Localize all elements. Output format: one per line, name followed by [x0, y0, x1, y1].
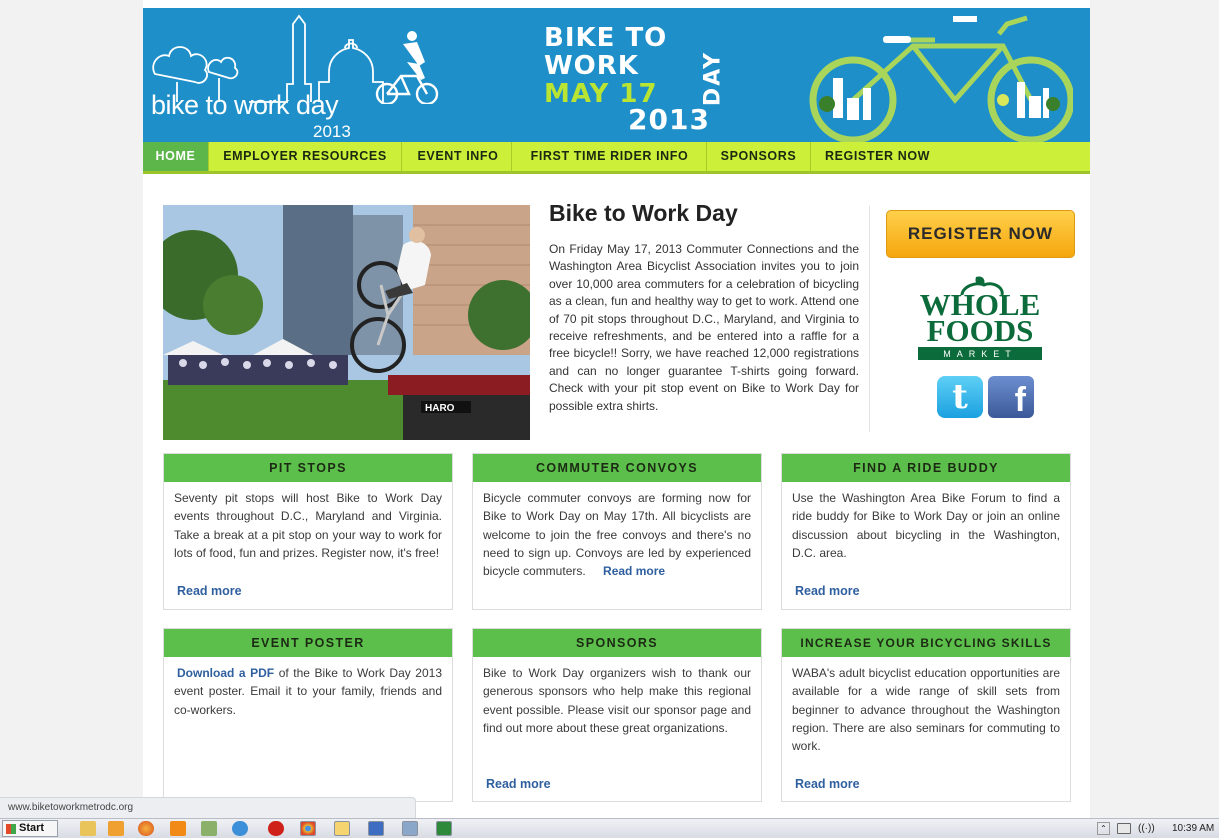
card-text: Bicycle commuter convoys are forming now…: [473, 482, 761, 580]
network-icon[interactable]: [201, 821, 217, 836]
read-more-link[interactable]: Read more: [486, 777, 551, 791]
card-sponsors: SPONSORS Bike to Work Day organizers wis…: [472, 628, 762, 802]
windows-flag-icon: [6, 824, 16, 834]
sponsor-logo-line-3: MARKET: [943, 349, 1017, 359]
start-label: Start: [19, 822, 45, 834]
card-event-poster: EVENT POSTER Download a PDF of the Bike …: [163, 628, 453, 802]
card-text: WABA's adult bicyclist education opportu…: [792, 666, 1060, 754]
nav-item-first-time-rider-info[interactable]: FIRST TIME RIDER INFO: [517, 142, 702, 171]
read-more-link[interactable]: Read more: [795, 777, 860, 791]
page-title: Bike to Work Day: [549, 200, 738, 226]
site-banner[interactable]: bike to work day 2013 BIKE TO WORK MAY 1…: [143, 8, 1090, 142]
download-pdf-link[interactable]: Download a PDF: [177, 666, 274, 680]
card-increase-bicycling-skills: INCREASE YOUR BICYCLING SKILLS WABA's ad…: [781, 628, 1071, 802]
card-text: Seventy pit stops will host Bike to Work…: [174, 491, 442, 560]
firefox-icon[interactable]: [138, 821, 154, 836]
vlc-icon[interactable]: [170, 821, 186, 836]
nav-item-register-now[interactable]: REGISTER NOW: [815, 142, 940, 171]
card-title: PIT STOPS: [164, 454, 452, 482]
register-now-button[interactable]: REGISTER NOW: [886, 210, 1075, 258]
taskbar-clock[interactable]: 10:39 AM: [1172, 820, 1214, 837]
facebook-icon[interactable]: f: [988, 376, 1034, 419]
intro-paragraph: On Friday May 17, 2013 Commuter Connecti…: [549, 242, 859, 413]
card-text: Use the Washington Area Bike Forum to fi…: [792, 491, 1060, 560]
nav-separator: [208, 142, 209, 171]
nav-separator: [511, 142, 512, 171]
network-status-icon[interactable]: [1117, 823, 1131, 834]
headline-year: 2013: [628, 103, 710, 136]
column-divider: [869, 206, 870, 432]
nav-item-sponsors[interactable]: SPONSORS: [711, 142, 806, 171]
bicycle-city-illustration: [809, 15, 1073, 142]
system-tray: ⌃ ((·)) 10:39 AM: [1097, 820, 1217, 837]
read-more-link[interactable]: Read more: [177, 584, 242, 598]
start-button[interactable]: Start: [2, 820, 58, 837]
card-title: SPONSORS: [473, 629, 761, 657]
card-title: COMMUTER CONVOYS: [473, 454, 761, 482]
banner-headline: BIKE TO WORK MAY 17 2013 DAY: [544, 22, 726, 136]
sponsor-logo-line-2: FOODS: [927, 313, 1034, 348]
headline-line-1: BIKE TO: [544, 23, 668, 53]
read-more-link[interactable]: Read more: [795, 584, 860, 598]
folder-icon[interactable]: [80, 821, 96, 836]
bmx-rider-photo: HARO: [163, 205, 530, 440]
nav-item-home[interactable]: HOME: [143, 142, 208, 171]
nav-item-employer-resources[interactable]: EMPLOYER RESOURCES: [215, 142, 395, 171]
chrome-icon[interactable]: [300, 821, 316, 836]
card-pit-stops: PIT STOPS Seventy pit stops will host Bi…: [163, 453, 453, 610]
card-text: Download a PDF of the Bike to Work Day 2…: [164, 657, 452, 719]
window-icon[interactable]: [334, 821, 350, 836]
twitter-icon[interactable]: t: [937, 376, 983, 418]
windows-taskbar: Start ⌃ ((·)) 10:39 AM: [0, 818, 1219, 838]
card-title: EVENT POSTER: [164, 629, 452, 657]
card-text: Bike to Work Day organizers wish to than…: [483, 666, 751, 735]
photo-ramp-text: HARO: [425, 403, 455, 414]
card-commuter-convoys: COMMUTER CONVOYS Bicycle commuter convoy…: [472, 453, 762, 610]
logo-text: bike to work day: [151, 90, 339, 120]
logo-year: 2013: [313, 122, 351, 141]
page-background-right: [1090, 0, 1219, 818]
tray-expand-icon[interactable]: ⌃: [1097, 822, 1110, 835]
browser-status-url: www.biketoworkmetrodc.org: [0, 797, 416, 818]
headline-line-2: WORK: [544, 51, 639, 81]
opera-icon[interactable]: [268, 821, 284, 836]
hero-photo: HARO: [163, 205, 530, 440]
read-more-link[interactable]: Read more: [603, 564, 665, 578]
volume-icon[interactable]: ((·)): [1138, 820, 1155, 837]
excel-icon[interactable]: [436, 821, 452, 836]
card-title: INCREASE YOUR BICYCLING SKILLS: [782, 629, 1070, 657]
headline-day-text: DAY: [700, 50, 726, 107]
page-background-left: [0, 0, 143, 818]
media-player-icon[interactable]: [108, 821, 124, 836]
nav-item-event-info[interactable]: EVENT INFO: [408, 142, 508, 171]
screen-icon[interactable]: [402, 821, 418, 836]
card-title: FIND A RIDE BUDDY: [782, 454, 1070, 482]
browser-page: bike to work day 2013 BIKE TO WORK MAY 1…: [0, 0, 1219, 838]
card-find-a-ride-buddy: FIND A RIDE BUDDY Use the Washington Are…: [781, 453, 1071, 610]
headline-vertical-day: DAY: [699, 36, 726, 124]
nav-separator: [401, 142, 402, 171]
word-icon[interactable]: [368, 821, 384, 836]
ie-icon[interactable]: [232, 821, 248, 836]
whole-foods-market-logo[interactable]: WHOLE FOODS MARKET: [910, 275, 1050, 365]
nav-separator: [810, 142, 811, 171]
nav-separator: [706, 142, 707, 171]
main-nav: HOME EMPLOYER RESOURCES EVENT INFO FIRST…: [143, 142, 1090, 174]
